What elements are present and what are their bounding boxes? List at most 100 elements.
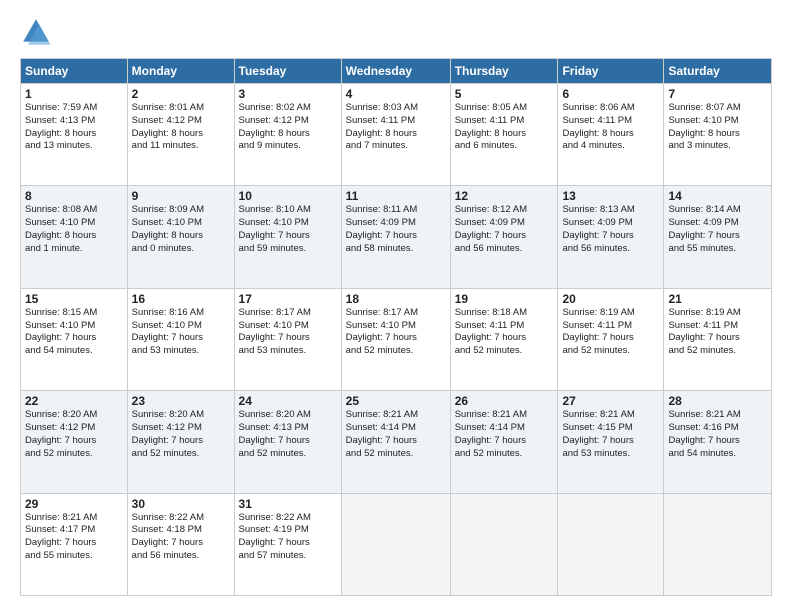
day-info: Daylight: 8 hours [239,128,337,141]
day-info: Sunset: 4:13 PM [25,115,123,128]
day-info: Sunset: 4:09 PM [562,217,659,230]
calendar-cell [664,493,772,595]
day-info: Sunset: 4:10 PM [239,320,337,333]
day-info: Daylight: 7 hours [132,435,230,448]
calendar-table: SundayMondayTuesdayWednesdayThursdayFrid… [20,58,772,596]
day-info: and 52 minutes. [239,448,337,461]
calendar-cell: 30Sunrise: 8:22 AMSunset: 4:18 PMDayligh… [127,493,234,595]
calendar-cell: 9Sunrise: 8:09 AMSunset: 4:10 PMDaylight… [127,186,234,288]
day-info: Daylight: 7 hours [668,435,767,448]
day-number: 18 [346,292,446,306]
day-info: and 11 minutes. [132,140,230,153]
logo-icon [20,16,52,48]
day-info: Sunset: 4:11 PM [455,320,554,333]
day-number: 7 [668,87,767,101]
day-number: 12 [455,189,554,203]
calendar-cell: 25Sunrise: 8:21 AMSunset: 4:14 PMDayligh… [341,391,450,493]
day-info: and 52 minutes. [455,448,554,461]
day-info: Daylight: 8 hours [455,128,554,141]
day-info: Sunrise: 8:10 AM [239,204,337,217]
day-number: 4 [346,87,446,101]
calendar-cell: 16Sunrise: 8:16 AMSunset: 4:10 PMDayligh… [127,288,234,390]
day-info: Sunset: 4:11 PM [346,115,446,128]
day-info: and 55 minutes. [668,243,767,256]
calendar-cell: 18Sunrise: 8:17 AMSunset: 4:10 PMDayligh… [341,288,450,390]
weekday-header: Wednesday [341,59,450,84]
day-number: 25 [346,394,446,408]
day-number: 1 [25,87,123,101]
day-info: Sunset: 4:10 PM [132,217,230,230]
day-info: Daylight: 7 hours [455,435,554,448]
day-number: 13 [562,189,659,203]
day-number: 10 [239,189,337,203]
day-info: and 53 minutes. [562,448,659,461]
header [20,16,772,48]
day-info: Daylight: 7 hours [132,537,230,550]
day-info: Daylight: 7 hours [668,230,767,243]
day-info: Daylight: 7 hours [239,537,337,550]
day-info: Daylight: 7 hours [25,332,123,345]
day-info: Daylight: 7 hours [455,332,554,345]
weekday-header: Sunday [21,59,128,84]
day-number: 22 [25,394,123,408]
calendar-cell [341,493,450,595]
day-info: Daylight: 7 hours [455,230,554,243]
day-number: 15 [25,292,123,306]
day-info: Sunrise: 8:05 AM [455,102,554,115]
day-info: Sunset: 4:19 PM [239,524,337,537]
calendar-cell: 7Sunrise: 8:07 AMSunset: 4:10 PMDaylight… [664,84,772,186]
day-info: and 9 minutes. [239,140,337,153]
day-number: 5 [455,87,554,101]
day-number: 8 [25,189,123,203]
calendar-week-row: 29Sunrise: 8:21 AMSunset: 4:17 PMDayligh… [21,493,772,595]
day-info: Sunrise: 8:22 AM [132,512,230,525]
day-info: Daylight: 8 hours [562,128,659,141]
day-info: Daylight: 8 hours [668,128,767,141]
calendar-cell: 31Sunrise: 8:22 AMSunset: 4:19 PMDayligh… [234,493,341,595]
day-number: 29 [25,497,123,511]
day-info: Sunrise: 8:20 AM [25,409,123,422]
day-info: Sunrise: 8:19 AM [668,307,767,320]
day-info: Daylight: 8 hours [25,128,123,141]
day-info: Sunset: 4:09 PM [455,217,554,230]
day-info: Sunset: 4:10 PM [25,320,123,333]
day-info: Sunset: 4:13 PM [239,422,337,435]
day-info: Sunset: 4:10 PM [346,320,446,333]
day-info: Daylight: 7 hours [132,332,230,345]
day-number: 26 [455,394,554,408]
day-number: 24 [239,394,337,408]
day-info: Sunrise: 8:06 AM [562,102,659,115]
calendar-cell: 15Sunrise: 8:15 AMSunset: 4:10 PMDayligh… [21,288,128,390]
weekday-header: Saturday [664,59,772,84]
day-info: and 54 minutes. [25,345,123,358]
calendar-cell: 17Sunrise: 8:17 AMSunset: 4:10 PMDayligh… [234,288,341,390]
calendar-week-row: 15Sunrise: 8:15 AMSunset: 4:10 PMDayligh… [21,288,772,390]
day-info: Sunset: 4:16 PM [668,422,767,435]
day-info: Sunset: 4:11 PM [668,320,767,333]
day-info: Sunrise: 8:14 AM [668,204,767,217]
day-info: Daylight: 8 hours [25,230,123,243]
day-info: Sunrise: 8:21 AM [25,512,123,525]
day-info: Daylight: 7 hours [562,332,659,345]
day-info: Sunrise: 8:13 AM [562,204,659,217]
day-info: Sunrise: 8:21 AM [668,409,767,422]
calendar-cell: 14Sunrise: 8:14 AMSunset: 4:09 PMDayligh… [664,186,772,288]
calendar-cell: 21Sunrise: 8:19 AMSunset: 4:11 PMDayligh… [664,288,772,390]
day-info: Sunrise: 8:03 AM [346,102,446,115]
calendar-cell [450,493,558,595]
calendar-cell: 10Sunrise: 8:10 AMSunset: 4:10 PMDayligh… [234,186,341,288]
day-info: Sunrise: 8:11 AM [346,204,446,217]
day-info: Sunset: 4:12 PM [132,115,230,128]
weekday-header: Friday [558,59,664,84]
day-info: Sunrise: 8:15 AM [25,307,123,320]
day-info: and 4 minutes. [562,140,659,153]
calendar-cell: 13Sunrise: 8:13 AMSunset: 4:09 PMDayligh… [558,186,664,288]
day-info: and 57 minutes. [239,550,337,563]
day-info: Daylight: 7 hours [25,537,123,550]
calendar-cell: 12Sunrise: 8:12 AMSunset: 4:09 PMDayligh… [450,186,558,288]
day-info: and 56 minutes. [132,550,230,563]
day-info: and 56 minutes. [455,243,554,256]
calendar-week-row: 8Sunrise: 8:08 AMSunset: 4:10 PMDaylight… [21,186,772,288]
day-info: Sunrise: 8:17 AM [346,307,446,320]
day-info: Sunrise: 8:21 AM [455,409,554,422]
